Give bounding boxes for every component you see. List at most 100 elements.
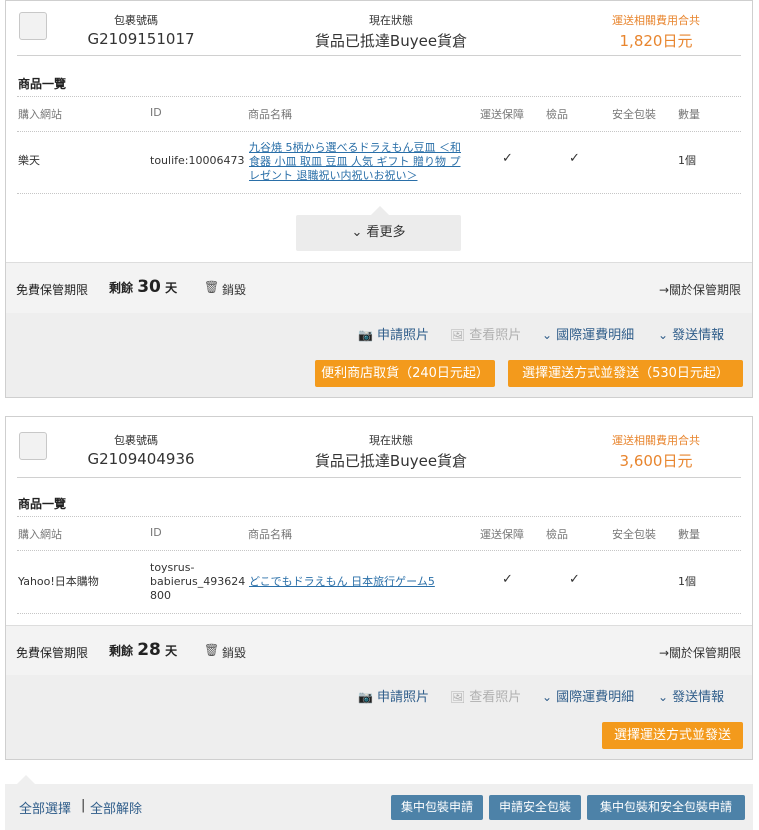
col-header-id: ID xyxy=(150,526,162,539)
convenience-store-pickup-button[interactable]: 便利商店取貨（240日元起） xyxy=(315,360,495,387)
divider xyxy=(17,613,741,614)
goods-list-title: 商品一覽 xyxy=(18,497,67,511)
divider xyxy=(17,96,741,97)
intl-fee-label: 國際運費明細 xyxy=(556,690,635,705)
package-card: 包裹號碼 G2109151017 現在狀態 貨品已抵達Buyee貨倉 運送相關費… xyxy=(5,0,753,398)
consolidate-and-safe-packing-button[interactable]: 集中包裝和安全包裝申請 xyxy=(587,795,745,820)
ship-info-link[interactable]: ⌄ 發送情報 xyxy=(658,686,724,705)
show-more-label: 看更多 xyxy=(366,225,406,240)
storage-remaining: 剩餘 30 天 xyxy=(109,277,177,297)
storage-period-info-link[interactable]: →關於保管期限 xyxy=(659,644,741,661)
intl-fee-label: 國際運費明細 xyxy=(556,328,635,343)
chevron-down-icon: ⌄ xyxy=(658,690,669,704)
ship-info-link[interactable]: ⌄ 發送情報 xyxy=(658,324,724,343)
col-header-site: 購入網站 xyxy=(18,528,62,541)
consolidate-packing-button[interactable]: 集中包裝申請 xyxy=(391,795,483,820)
col-header-id: ID xyxy=(150,106,162,119)
package-card: 包裹號碼 G2109404936 現在狀態 貨品已抵達Buyee貨倉 運送相關費… xyxy=(5,416,753,760)
select-shipping-button[interactable]: 選擇運送方式並發送（530日元起） xyxy=(508,360,743,387)
divider xyxy=(17,193,741,194)
item-site: 樂天 xyxy=(18,154,40,167)
col-header-inspection: 檢品 xyxy=(546,528,568,541)
package-select-checkbox[interactable] xyxy=(19,12,47,40)
col-header-shipping-guarantee: 運送保障 xyxy=(480,108,524,121)
col-header-name: 商品名稱 xyxy=(248,108,292,121)
status-value: 貨品已抵達Buyee貨倉 xyxy=(314,452,468,470)
item-quantity: 1個 xyxy=(678,154,696,167)
request-photo-label: 申請照片 xyxy=(376,328,429,343)
item-name-line: 食器 小皿 取皿 豆皿 人気 ギフト 贈り物 プ xyxy=(249,155,461,168)
col-header-shipping-guarantee: 運送保障 xyxy=(480,528,524,541)
destroy-link[interactable]: 銷毀 xyxy=(222,281,246,298)
item-name-line: レゼント 退職祝い内祝いお祝い＞ xyxy=(249,169,418,182)
remaining-days: 30 xyxy=(137,277,161,297)
storage-remaining: 剩餘 28 天 xyxy=(109,640,177,660)
fee-label: 運送相關費用合共 xyxy=(612,14,700,27)
storage-period-bar: 免費保管期限 剩餘 30 天 🗑 銷毀 →關於保管期限 xyxy=(6,262,752,314)
storage-period-label: 免費保管期限 xyxy=(16,283,89,297)
col-header-safe-packing: 安全包裝 xyxy=(612,528,656,541)
chevron-down-icon: ⌄ xyxy=(351,225,363,240)
divider xyxy=(17,477,741,478)
inspection-check-icon: ✓ xyxy=(569,572,580,587)
view-photo-link[interactable]: 🖼 查看照片 xyxy=(450,324,521,343)
storage-period-label: 免費保管期限 xyxy=(16,646,89,660)
fee-label: 運送相關費用合共 xyxy=(612,434,700,447)
image-icon: 🖼 xyxy=(450,328,466,342)
status-label: 現在狀態 xyxy=(369,14,413,27)
intl-shipping-fee-link[interactable]: ⌄ 國際運費明細 xyxy=(542,324,634,343)
action-bar: 📷 申請照片 🖼 查看照片 ⌄ 國際運費明細 ⌄ 發送情報 選擇運送方式並發送 xyxy=(6,675,752,759)
storage-period-bar: 免費保管期限 剩餘 28 天 🗑 銷毀 →關於保管期限 xyxy=(6,625,752,677)
view-photo-label: 查看照片 xyxy=(469,690,522,705)
safe-packing-button[interactable]: 申請安全包裝 xyxy=(489,795,581,820)
item-name-line: 九谷焼 5柄から選べるドラえもん豆皿 ＜和 xyxy=(249,141,461,154)
divider xyxy=(17,516,741,517)
item-id: toulife:10006473 xyxy=(150,154,245,167)
fee-value: 3,600日元 xyxy=(619,452,693,470)
action-bar: 📷 申請照片 🖼 查看照片 ⌄ 國際運費明細 ⌄ 發送情報 便利商店取貨（240日元起）… xyxy=(6,313,752,397)
trash-icon[interactable]: 🗑 xyxy=(204,280,219,294)
divider xyxy=(17,131,741,132)
storage-period-info-link[interactable]: →關於保管期限 xyxy=(659,281,741,298)
view-photo-link[interactable]: 🖼 查看照片 xyxy=(450,686,521,705)
select-all-link[interactable]: 全部選擇 xyxy=(19,798,71,817)
chevron-down-icon: ⌄ xyxy=(658,328,669,342)
request-photo-label: 申請照片 xyxy=(376,690,429,705)
item-id-line: babierus_493624 xyxy=(150,575,246,588)
more-pointer xyxy=(371,206,389,215)
image-icon: 🖼 xyxy=(450,690,466,704)
package-header: 包裹號碼 G2109404936 現在狀態 貨品已抵達Buyee貨倉 運送相關費… xyxy=(6,417,752,473)
select-shipping-button[interactable]: 選擇運送方式並發送 xyxy=(602,722,743,749)
remaining-days: 28 xyxy=(137,640,161,660)
package-select-checkbox[interactable] xyxy=(19,432,47,460)
remaining-prefix: 剩餘 xyxy=(109,644,134,658)
remaining-unit: 天 xyxy=(165,644,178,658)
camera-icon: 📷 xyxy=(358,690,373,704)
divider xyxy=(17,55,741,56)
item-name-link[interactable]: どこでもドラえもん 日本旅行ゲーム5 xyxy=(249,575,474,589)
item-quantity: 1個 xyxy=(678,575,696,588)
view-photo-label: 查看照片 xyxy=(469,328,522,343)
bulk-action-bar: 全部選擇 | 全部解除 集中包裝申請 申請安全包裝 集中包裝和安全包裝申請 xyxy=(5,784,753,830)
package-number-label: 包裹號碼 xyxy=(114,14,158,27)
item-id-line: 800 xyxy=(150,589,171,602)
trash-icon[interactable]: 🗑 xyxy=(204,643,219,657)
item-name-link[interactable]: 九谷焼 5柄から選べるドラえもん豆皿 ＜和 食器 小皿 取皿 豆皿 人気 ギフト… xyxy=(249,141,474,183)
camera-icon: 📷 xyxy=(358,328,373,342)
destroy-link[interactable]: 銷毀 xyxy=(222,644,246,661)
footer-separator: | xyxy=(81,798,86,813)
request-photo-link[interactable]: 📷 申請照片 xyxy=(358,324,429,343)
show-more-button[interactable]: ⌄ 看更多 xyxy=(296,215,461,251)
goods-list-title: 商品一覽 xyxy=(18,77,67,91)
chevron-down-icon: ⌄ xyxy=(542,690,553,704)
remaining-prefix: 剩餘 xyxy=(109,281,134,295)
package-number: G2109404936 xyxy=(87,450,195,468)
col-header-quantity: 數量 xyxy=(678,528,700,541)
deselect-all-link[interactable]: 全部解除 xyxy=(90,798,142,817)
divider xyxy=(17,550,741,551)
request-photo-link[interactable]: 📷 申請照片 xyxy=(358,686,429,705)
intl-shipping-fee-link[interactable]: ⌄ 國際運費明細 xyxy=(542,686,634,705)
fee-value: 1,820日元 xyxy=(619,32,693,50)
inspection-check-icon: ✓ xyxy=(569,151,580,166)
chevron-down-icon: ⌄ xyxy=(542,328,553,342)
